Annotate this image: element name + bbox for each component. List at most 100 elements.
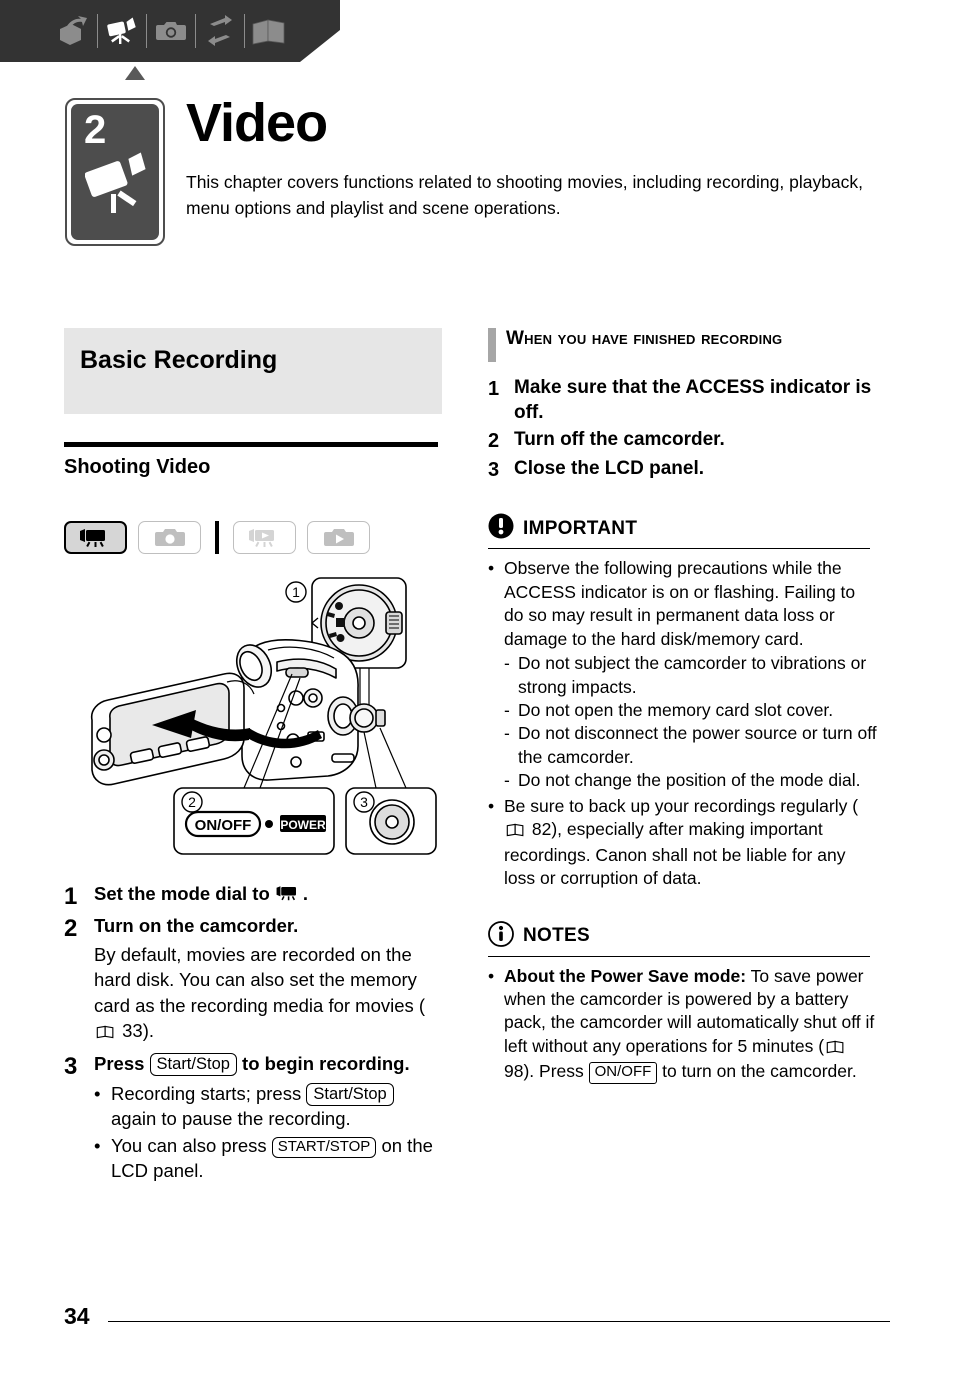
procedure-steps: 1 Set the mode dial to . 2 Turn on the c…: [64, 882, 444, 1184]
power-save-post: to turn on the camcorder.: [657, 1061, 857, 1082]
mode-indicator-row: [64, 521, 444, 554]
notes-rule: [488, 955, 870, 957]
info-icon: [488, 920, 514, 952]
chapter-number: 2: [84, 108, 107, 152]
step-2-body: By default, movies are recorded on the h…: [94, 943, 426, 1016]
footer-rule: [108, 1321, 890, 1322]
step-2: 2 Turn on the camcorder. By default, mov…: [64, 914, 444, 1046]
mode-video-record-button[interactable]: [64, 521, 127, 554]
photos-icon[interactable]: [150, 8, 192, 54]
bullet-0-pre: Recording starts; press: [111, 1083, 307, 1105]
tab-icon-group: [52, 0, 290, 62]
bullet-1-pre: You can also press: [111, 1134, 272, 1156]
step-2-text: By default, movies are recorded on the h…: [94, 942, 444, 1046]
notes-bullet-1: • About the Power Save mode: To save pow…: [488, 965, 878, 1084]
page-title: Video: [186, 93, 328, 153]
figure-onoff-label: ON/OFF: [195, 817, 252, 834]
backup-post: ), especially after making important rec…: [504, 819, 846, 889]
important-bullet-1: • Observe the following precautions whil…: [488, 557, 878, 651]
step-3-post: to begin recording.: [236, 1052, 410, 1074]
sub-text: Do not change the position of the mode d…: [518, 770, 861, 791]
start-stop-panel-key[interactable]: START/STOP: [271, 1136, 377, 1158]
important-icon: [488, 513, 514, 544]
figure-callout-2: 2: [188, 794, 196, 810]
book-reference-icon: [506, 820, 525, 843]
sub-item: - Do not change the position of the mode…: [504, 769, 878, 792]
dash: -: [504, 700, 510, 720]
finish-step-2: 2 Turn off the camcorder.: [488, 428, 878, 454]
step-2-page-ref: 33: [122, 1020, 143, 1042]
step-1-period: .: [302, 883, 309, 904]
chapter-description: This chapter covers functions related to…: [186, 172, 864, 218]
book-reference-icon: [96, 1020, 115, 1046]
step-2-block: Turn on the camcorder. By default, movie…: [94, 914, 444, 1046]
notes-callout-header: NOTES: [488, 920, 878, 952]
bullet-item: • Recording starts; press Start/Stop aga…: [94, 1081, 444, 1131]
bullet-text: Observe the following precautions while …: [504, 558, 856, 649]
dash: -: [504, 723, 510, 744]
chapter-badge-inner: 2: [71, 104, 159, 240]
step-text: Close the LCD panel.: [514, 458, 705, 480]
important-bullet-2: • Be sure to back up your recordings reg…: [488, 795, 878, 891]
dash: -: [504, 770, 510, 791]
finish-step-3: 3 Close the LCD panel.: [488, 457, 878, 483]
section-title: Basic Recording: [80, 346, 278, 374]
step-3-pre: Press: [94, 1052, 150, 1074]
bullet-text: You can also press START/STOP on the LCD…: [111, 1133, 444, 1183]
step-text: Make sure that the ACCESS indicator is o…: [514, 377, 872, 423]
subsection-heading: Shooting Video: [64, 456, 211, 478]
bullet-dot: •: [94, 1134, 101, 1156]
important-sub-list: - Do not subject the camcorder to vibrat…: [488, 652, 878, 793]
bullet-text: Recording starts; press Start/Stop again…: [111, 1081, 444, 1131]
step-number: 1: [488, 378, 500, 400]
tab-separator: [195, 14, 196, 48]
sub-text: Do not disconnect the power source or tu…: [518, 723, 877, 767]
right-column: When you have finished recording 1 Make …: [488, 328, 878, 1084]
bullet-dot: •: [94, 1083, 101, 1105]
additional-information-icon[interactable]: [248, 8, 290, 54]
chapter-camcorder-icon: [84, 146, 151, 221]
mode-group-divider: [215, 521, 219, 554]
manual-page: 2 Video This chapter covers functions re…: [0, 0, 954, 1379]
step-3: 3 Press Start/Stop to begin recording. •…: [64, 1052, 444, 1184]
on-off-key[interactable]: ON/OFF: [588, 1062, 658, 1084]
figure-callout-1: 1: [292, 584, 300, 600]
sub-text: Do not subject the camcorder to vibratio…: [518, 653, 867, 697]
mode-photo-record-button[interactable]: [138, 521, 201, 554]
chapter-tab-band: [0, 0, 954, 80]
important-rule: [488, 548, 870, 550]
chapter-badge: 2: [65, 98, 165, 246]
step-number: 2: [488, 430, 500, 453]
important-label: IMPORTANT: [523, 517, 638, 539]
video-icon[interactable]: [101, 8, 143, 54]
step-2-heading: Turn on the camcorder.: [94, 915, 299, 936]
bullet-dot: •: [488, 965, 495, 986]
dash: -: [504, 653, 510, 674]
important-callout-header: IMPORTANT: [488, 513, 878, 544]
page-number: 34: [64, 1303, 90, 1329]
camcorder-mode-icon: [275, 885, 303, 910]
start-stop-key[interactable]: Start/Stop: [306, 1083, 394, 1107]
step-number: 2: [64, 915, 78, 942]
step-text: Set the mode dial to .: [94, 882, 308, 912]
step-3-block: Press Start/Stop to begin recording. • R…: [94, 1052, 444, 1184]
section-divider-rule: [64, 442, 438, 447]
start-stop-key[interactable]: Start/Stop: [149, 1052, 237, 1076]
left-column: Basic Recording Shooting Video 1 2 3 ON/…: [64, 328, 444, 1186]
bullet-dot: •: [488, 795, 495, 816]
step-1-text: Set the mode dial to: [94, 883, 275, 904]
external-connections-icon[interactable]: [199, 8, 241, 54]
figure-callout-3: 3: [360, 794, 368, 810]
step-2-body-end: ).: [142, 1020, 155, 1042]
backup-pre: Be sure to back up your recordings regul…: [504, 795, 859, 816]
section-banner: Basic Recording: [64, 328, 442, 414]
power-save-page-ref: 98: [504, 1061, 524, 1082]
tab-separator: [146, 14, 147, 48]
sub-text: Do not open the memory card slot cover.: [518, 700, 834, 720]
introduction-icon[interactable]: [52, 8, 94, 54]
right-subsection-heading: When you have finished recording: [488, 328, 878, 362]
mode-photo-play-button[interactable]: [307, 521, 370, 554]
power-save-mid: ). Press: [523, 1061, 589, 1082]
bullet-text: Be sure to back up your recordings regul…: [504, 795, 878, 891]
mode-video-play-button[interactable]: [233, 521, 296, 554]
